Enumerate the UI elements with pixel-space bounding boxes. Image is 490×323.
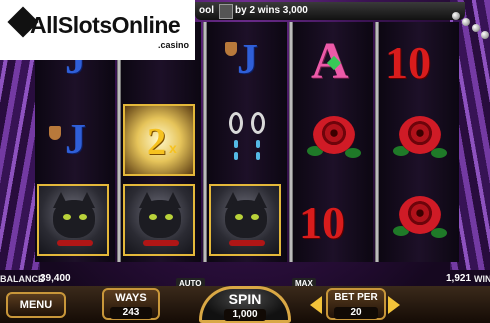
total-bet-value: 1,000	[224, 309, 266, 321]
symbol-wild: 2 x	[121, 102, 201, 180]
top-info-prefix: ool	[199, 5, 214, 16]
wild-multiplier: 2	[147, 121, 166, 163]
symbol-cat	[207, 182, 287, 260]
bet-increase-arrow-icon[interactable]	[388, 296, 400, 314]
black-cat-icon	[123, 184, 195, 256]
spin-label: SPIN	[228, 291, 262, 307]
symbol-rose	[293, 102, 373, 180]
logo-brand-text: AllSlotsOnline	[30, 12, 181, 38]
win-value: 1,921	[446, 273, 472, 284]
symbol-earrings	[207, 102, 287, 180]
symbol-cat	[121, 182, 201, 260]
reel-4: A 10	[293, 22, 373, 262]
symbol-ten: 10	[293, 182, 373, 260]
site-logo: AllSlotsOnline .casino	[0, 0, 195, 60]
symbol-ten: 10	[379, 22, 459, 100]
rose-icon	[307, 112, 361, 166]
balance-value: 39,400	[40, 273, 71, 284]
logo-sub-text: .casino	[158, 40, 190, 50]
symbol-rose	[379, 182, 459, 260]
shield-icon	[49, 126, 61, 140]
j-card-symbol: J	[65, 117, 86, 163]
ways-value: 243	[110, 307, 152, 319]
wild-x: x	[169, 140, 177, 156]
symbol-a: A	[293, 22, 373, 100]
reel-5: 10	[379, 22, 459, 262]
ten-card-symbol: 10	[299, 197, 345, 248]
control-panel: MENU WAYS 243 SPIN 1,000 BET PER 20	[0, 286, 490, 323]
symbol-j-shield: J	[35, 102, 115, 180]
earrings-icon	[225, 108, 269, 174]
rose-icon	[393, 192, 447, 246]
spin-button[interactable]: SPIN 1,000	[199, 286, 291, 323]
bet-per-label: BET PER	[334, 292, 378, 303]
ways-display: WAYS 243	[102, 288, 160, 320]
wild-mini-icon	[219, 4, 233, 19]
bet-decrease-arrow-icon[interactable]	[310, 296, 322, 314]
reel-3: J	[207, 22, 287, 262]
ten-card-symbol: 10	[385, 37, 431, 88]
slot-game-stage: ool by 2 wins 3,000 AllSlotsOnline .casi…	[0, 0, 490, 323]
bet-per-display: BET PER 20	[326, 288, 386, 320]
black-cat-icon	[209, 184, 281, 256]
top-info-text: by 2 wins 3,000	[235, 5, 308, 16]
black-cat-icon	[37, 184, 109, 256]
symbol-j: J	[207, 22, 287, 100]
menu-button[interactable]: MENU	[6, 292, 66, 318]
bet-per-value: 20	[334, 307, 378, 319]
win-label: WIN	[474, 274, 490, 284]
rose-icon	[393, 112, 447, 166]
symbol-rose	[379, 102, 459, 180]
balance-win-bar: BALANCE 39,400 1,921 WIN	[0, 270, 490, 286]
wild-symbol-icon: 2 x	[123, 104, 195, 176]
symbol-cat	[35, 182, 115, 260]
j-card-symbol: J	[237, 37, 258, 83]
top-info-bar: ool by 2 wins 3,000	[195, 2, 465, 20]
shield-icon	[225, 42, 237, 56]
ways-label: WAYS	[115, 292, 147, 304]
balance-label: BALANCE	[0, 274, 44, 284]
